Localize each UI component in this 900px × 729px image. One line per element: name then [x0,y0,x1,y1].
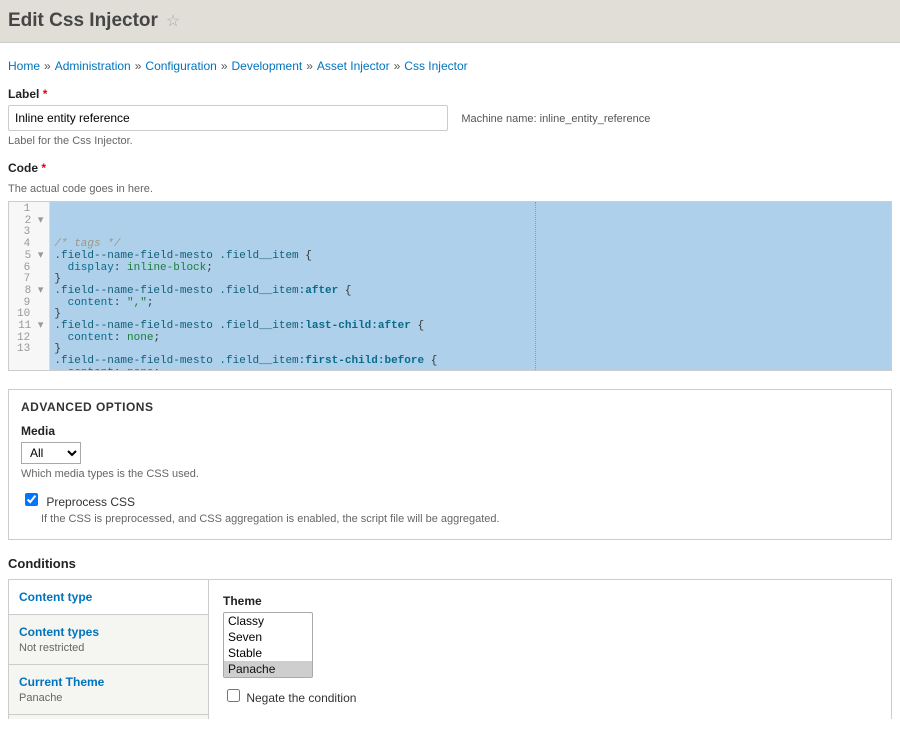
code-description: The actual code goes in here. [8,183,892,195]
code-line[interactable]: content: none; [54,333,887,345]
code-field-label: Code * [8,161,46,175]
breadcrumb-separator: » [44,59,51,73]
code-textarea[interactable]: /* tags */.field--name-field-mesto .fiel… [50,202,891,370]
theme-option[interactable]: Panache [224,661,312,677]
label-description: Label for the Css Injector. [8,135,892,147]
code-line[interactable]: content: none; [54,368,887,370]
vertical-tab[interactable]: Content type [9,580,208,615]
code-line[interactable]: content: ","; [54,298,887,310]
breadcrumb-link[interactable]: Administration [55,59,131,73]
vertical-tab-title: Content type [19,590,198,604]
vertical-tab-summary: Not restricted [19,642,198,654]
theme-label: Theme [223,594,262,608]
breadcrumb-separator: » [306,59,313,73]
vertical-tab-title: Content types [19,625,198,639]
machine-name-value: inline_entity_reference [540,113,651,125]
vertical-tab[interactable]: Current Theme Panache [9,665,208,715]
breadcrumb-separator: » [221,59,228,73]
label-field-wrapper: Label * Machine name: inline_entity_refe… [8,87,892,147]
code-line[interactable]: .field--name-field-mesto .field__item:af… [54,286,887,298]
vertical-tab[interactable]: Content types Not restricted [9,615,208,665]
breadcrumb-separator: » [135,59,142,73]
code-editor[interactable]: 1 2 ▾ 3 4 5 ▾ 6 7 8 ▾ 9 10 11 ▾ 12 13 /*… [8,201,892,371]
media-label: Media [21,424,55,438]
code-ruler [535,202,536,370]
code-line[interactable]: .field--name-field-mesto .field__item:fi… [54,356,887,368]
page-header: Edit Css Injector ☆ [0,0,900,43]
code-line[interactable]: display: inline-block; [54,263,887,275]
theme-option[interactable]: Stable [224,645,312,661]
media-description: Which media types is the CSS used. [21,468,879,480]
required-mark-icon: * [41,161,46,175]
machine-name-label: Machine name: [461,113,536,125]
code-gutter: 1 2 ▾ 3 4 5 ▾ 6 7 8 ▾ 9 10 11 ▾ 12 13 [9,202,50,370]
code-label-text: Code [8,161,38,175]
preprocess-label[interactable]: Preprocess CSS [46,495,135,509]
theme-option[interactable]: Seven [224,629,312,645]
breadcrumb-link[interactable]: Development [232,59,303,73]
breadcrumb-link[interactable]: Css Injector [404,59,467,73]
machine-name: Machine name: inline_entity_reference [461,113,650,125]
advanced-options-legend: ADVANCED OPTIONS [21,400,879,414]
preprocess-checkbox[interactable] [25,493,38,506]
breadcrumb-link[interactable]: Asset Injector [317,59,390,73]
theme-option[interactable]: Classy [224,613,312,629]
label-field-label: Label * [8,87,47,101]
vertical-tabs-pane: Theme ClassySevenStablePanache Negate th… [209,580,891,719]
code-field-wrapper: Code * The actual code goes in here. 1 2… [8,161,892,371]
conditions-vertical-tabs: Content typeContent typesNot restrictedC… [8,579,892,719]
breadcrumb: Home»Administration»Configuration»Develo… [8,59,892,73]
breadcrumb-link[interactable]: Home [8,59,40,73]
vertical-tab-summary: Panache [19,692,198,704]
negate-checkbox[interactable] [227,689,240,702]
vertical-tab-title: Current Theme [19,675,198,689]
code-line[interactable]: .field--name-field-mesto .field__item:la… [54,321,887,333]
breadcrumb-separator: » [394,59,401,73]
negate-label[interactable]: Negate the condition [246,691,356,705]
label-text: Label [8,87,39,101]
media-select[interactable]: All [21,442,81,464]
preprocess-description: If the CSS is preprocessed, and CSS aggr… [41,513,879,525]
star-icon[interactable]: ☆ [166,11,180,31]
required-mark-icon: * [43,87,48,101]
breadcrumb-link[interactable]: Configuration [145,59,216,73]
label-input[interactable] [8,105,448,131]
vertical-tabs-list: Content typeContent typesNot restrictedC… [9,580,209,719]
advanced-options-panel: ADVANCED OPTIONS Media All Which media t… [8,389,892,540]
theme-select[interactable]: ClassySevenStablePanache [223,612,313,678]
page-title: Edit Css Injector [8,10,158,32]
conditions-heading: Conditions [8,556,892,571]
